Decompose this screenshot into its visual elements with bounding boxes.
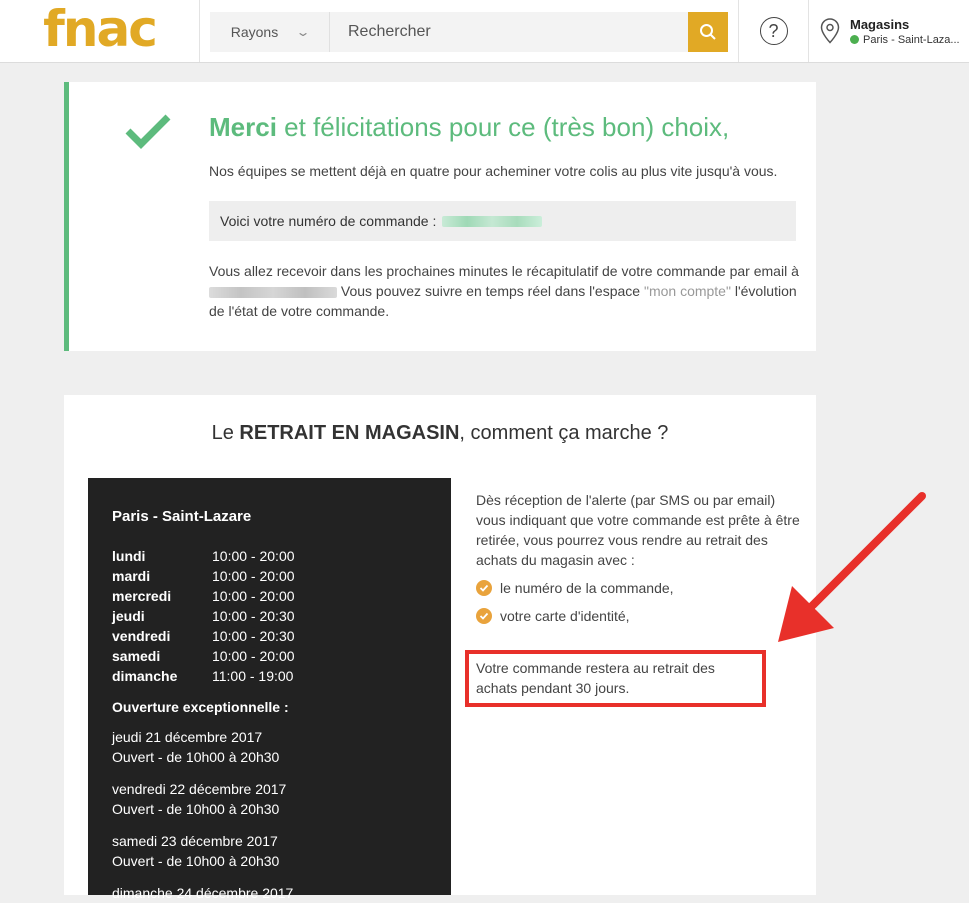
- exceptional-item: dimanche 24 décembre 2017: [112, 883, 427, 903]
- pickup-duration-highlight: Votre commande restera au retrait des ac…: [465, 650, 766, 707]
- requirement-text: votre carte d'identité,: [500, 608, 630, 624]
- day-label: samedi: [112, 648, 161, 664]
- day-hours: 11:00 - 19:00: [212, 668, 294, 684]
- hours-row: samedi 10:00 - 20:00: [112, 646, 427, 666]
- day-hours: 10:00 - 20:30: [212, 628, 295, 644]
- exceptional-item: samedi 23 décembre 2017 Ouvert - de 10h00…: [112, 831, 427, 871]
- mon-compte-link[interactable]: "mon compte": [644, 283, 731, 299]
- redacted-email: [209, 286, 337, 298]
- confirmation-card: Merci et félicitations pour ce (très bon…: [64, 82, 816, 351]
- hours-row: vendredi 10:00 - 20:30: [112, 626, 427, 646]
- requirement-item: le numéro de la commande,: [476, 578, 806, 598]
- rayons-dropdown[interactable]: Rayons ⌄: [210, 12, 330, 52]
- day-label: dimanche: [112, 668, 178, 684]
- exceptional-date: dimanche 24 décembre 2017: [112, 885, 294, 901]
- day-label: lundi: [112, 548, 146, 564]
- requirement-text: le numéro de la commande,: [500, 580, 674, 596]
- hours-row: jeudi 10:00 - 20:30: [112, 606, 427, 626]
- exceptional-date: jeudi 21 décembre 2017: [112, 729, 263, 745]
- pickup-instructions: Dès réception de l'alerte (par SMS ou pa…: [476, 490, 806, 626]
- confirmation-title: Merci et félicitations pour ce (très bon…: [209, 112, 729, 143]
- day-label: mardi: [112, 568, 151, 584]
- store-hours-panel: Paris - Saint-Lazare lundi 10:00 - 20:00 …: [88, 478, 451, 901]
- title-bold: RETRAIT EN MAGASIN: [239, 422, 460, 444]
- store-pickup-card: Le RETRAIT EN MAGASIN, comment ça marche…: [64, 395, 816, 901]
- search-input[interactable]: [330, 12, 688, 52]
- store-open-dot: [850, 35, 859, 44]
- title-suffix: , comment ça marche ?: [459, 422, 669, 444]
- day-hours: 10:00 - 20:00: [212, 648, 295, 664]
- day-hours: 10:00 - 20:00: [212, 588, 295, 604]
- day-label: vendredi: [112, 628, 171, 644]
- exceptional-opening-title: Ouverture exceptionnelle :: [112, 699, 289, 715]
- exceptional-date: samedi 23 décembre 2017: [112, 833, 278, 849]
- title-prefix: Le: [211, 422, 240, 444]
- search-bar: Rayons ⌄: [210, 12, 728, 52]
- recap-part2: Vous pouvez suivre en temps réel dans l'…: [337, 283, 644, 299]
- exceptional-hours: Ouvert - de 10h00 à 20h30: [112, 853, 280, 869]
- hours-row: mercredi 10:00 - 20:00: [112, 586, 427, 606]
- location-pin-icon: [820, 18, 840, 44]
- day-hours: 10:00 - 20:00: [212, 548, 295, 564]
- order-label: Voici votre numéro de commande :: [220, 213, 437, 229]
- chevron-down-icon: ⌄: [295, 25, 311, 39]
- exceptional-item: vendredi 22 décembre 2017 Ouvert - de 10h…: [112, 779, 427, 819]
- redacted-order-number: [442, 215, 543, 227]
- day-label: jeudi: [112, 608, 145, 624]
- store-name: Paris - Saint-Laza...: [863, 33, 960, 46]
- title-rest: et félicitations pour ce (très bon) choi…: [276, 112, 730, 142]
- exceptional-item: jeudi 21 décembre 2017 Ouvert - de 10h00 …: [112, 727, 427, 767]
- check-circle-icon: [476, 580, 492, 596]
- confirmation-subtitle: Nos équipes se mettent déjà en quatre po…: [209, 163, 778, 179]
- rayons-label: Rayons: [230, 24, 279, 40]
- recap-part1: Vous allez recevoir dans les prochaines …: [209, 263, 799, 279]
- hours-row: dimanche 11:00 - 19:00: [112, 666, 427, 686]
- help-icon: ?: [759, 17, 788, 45]
- pickup-info-text: Dès réception de l'alerte (par SMS ou pa…: [476, 492, 800, 568]
- help-button[interactable]: ?: [738, 0, 809, 62]
- search-icon: [700, 24, 716, 40]
- day-label: mercredi: [112, 588, 172, 604]
- pickup-duration-text: Votre commande restera au retrait des ac…: [476, 660, 715, 696]
- exceptional-hours: Ouvert - de 10h00 à 20h30: [112, 749, 280, 765]
- hours-row: lundi 10:00 - 20:00: [112, 546, 427, 566]
- requirement-item: votre carte d'identité,: [476, 606, 806, 626]
- store-selector[interactable]: Magasins Paris - Saint-Laza...: [810, 0, 969, 62]
- order-number-box: Voici votre numéro de commande :: [209, 201, 796, 241]
- logo-text: fnac: [43, 0, 158, 58]
- help-symbol: ?: [768, 20, 779, 41]
- day-hours: 10:00 - 20:30: [212, 608, 295, 624]
- recap-text: Vous allez recevoir dans les prochaines …: [209, 261, 809, 321]
- fnac-logo[interactable]: fnac: [0, 0, 200, 62]
- store-title: Magasins: [850, 16, 910, 32]
- red-arrow-icon: [778, 492, 926, 642]
- exceptional-hours: Ouvert - de 10h00 à 20h30: [112, 801, 280, 817]
- check-circle-icon: [476, 608, 492, 624]
- title-bold: Merci: [209, 112, 277, 142]
- search-button[interactable]: [688, 12, 728, 52]
- day-hours: 10:00 - 20:00: [212, 568, 295, 584]
- checkmark-icon: [125, 114, 171, 149]
- top-header: fnac Rayons ⌄ ? Magasins Paris - Saint: [0, 0, 969, 63]
- pickup-store-name: Paris - Saint-Lazare: [112, 508, 252, 525]
- hours-row: mardi 10:00 - 20:00: [112, 566, 427, 586]
- exceptional-date: vendredi 22 décembre 2017: [112, 781, 287, 797]
- pickup-title: Le RETRAIT EN MAGASIN, comment ça marche…: [64, 422, 816, 445]
